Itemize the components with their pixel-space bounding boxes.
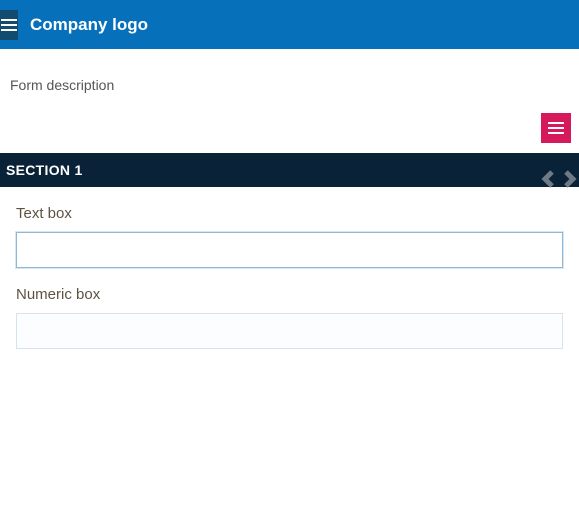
- field-numeric: Numeric box: [16, 286, 563, 349]
- action-row: [0, 103, 579, 153]
- field-textbox: Text box: [16, 205, 563, 268]
- numeric-input[interactable]: [16, 313, 563, 349]
- chevron-left-icon: [541, 170, 557, 188]
- form-actions-button[interactable]: [541, 113, 571, 143]
- menu-icon: [548, 122, 564, 134]
- textbox-label: Text box: [16, 205, 563, 222]
- form-description: Form description: [0, 49, 579, 93]
- chevron-right-icon: [561, 170, 577, 188]
- top-bar: Company logo: [0, 0, 579, 49]
- main-menu-button[interactable]: [0, 10, 18, 40]
- menu-icon: [1, 19, 17, 31]
- section-title: SECTION 1: [6, 162, 541, 178]
- form-body: Text box Numeric box: [0, 187, 579, 385]
- numeric-label: Numeric box: [16, 286, 563, 303]
- textbox-input[interactable]: [16, 232, 563, 268]
- company-logo-label: Company logo: [30, 15, 148, 35]
- section-header: SECTION 1: [0, 153, 579, 187]
